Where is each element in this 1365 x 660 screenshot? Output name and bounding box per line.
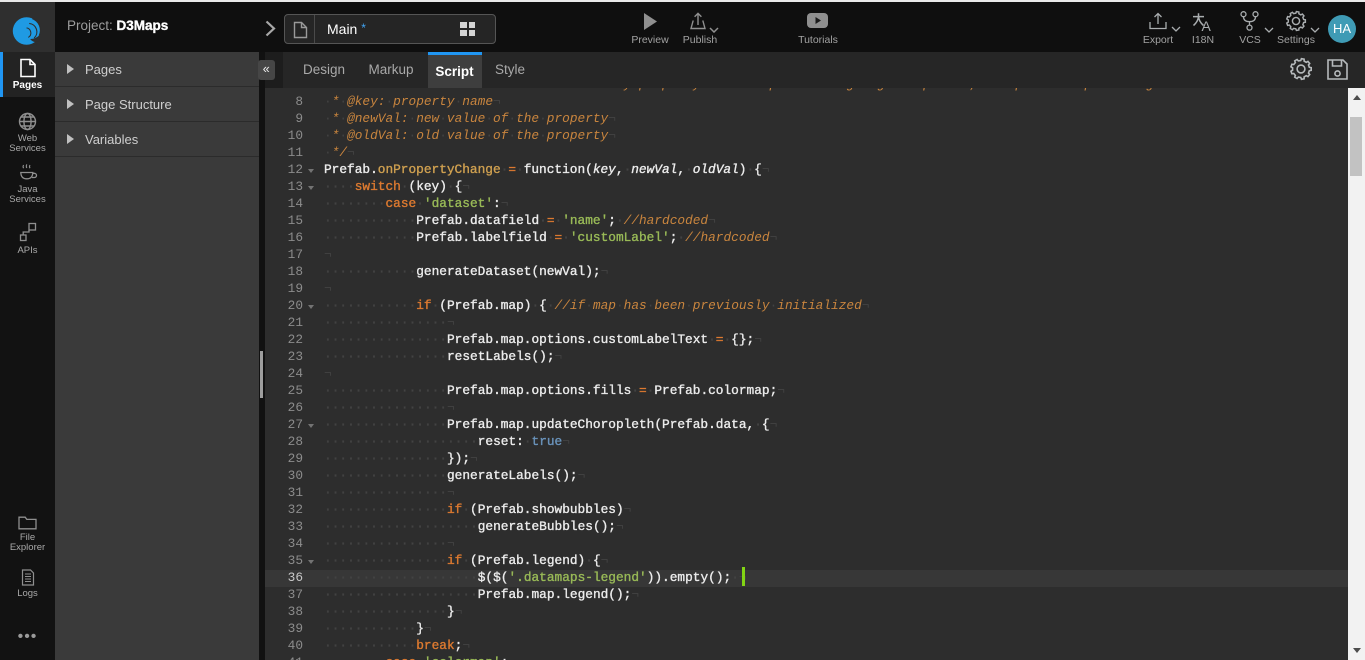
svg-text:A: A xyxy=(1202,18,1212,31)
